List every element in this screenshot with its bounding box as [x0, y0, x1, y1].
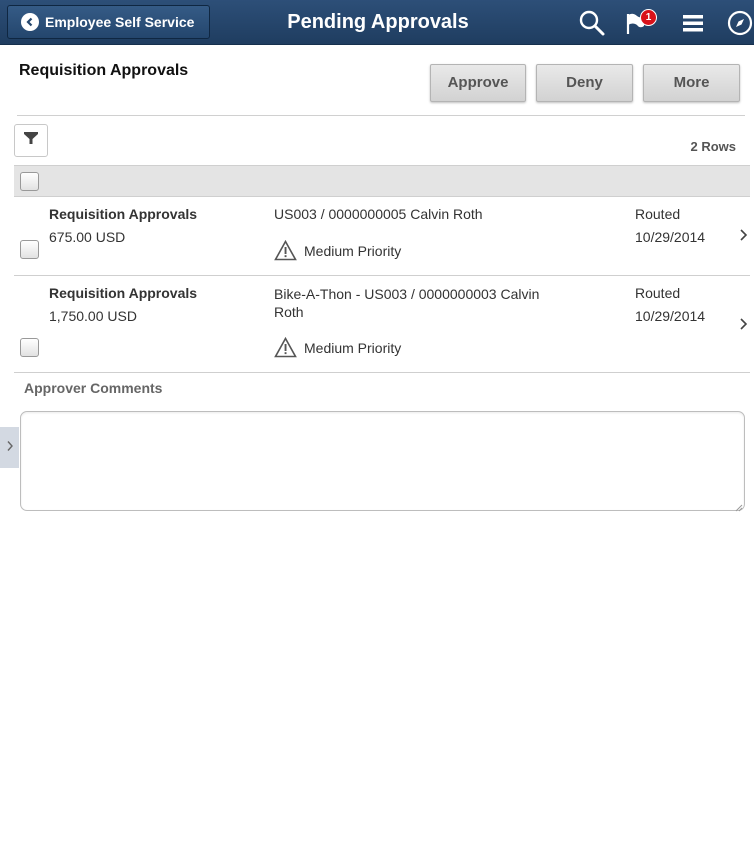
- row-title: Requisition Approvals: [49, 206, 198, 222]
- back-button[interactable]: Employee Self Service: [7, 5, 210, 39]
- table-row[interactable]: Requisition Approvals 1,750.00 USD Bike-…: [14, 276, 750, 373]
- row-amount: 1,750.00 USD: [49, 308, 137, 324]
- approver-comments-label: Approver Comments: [24, 380, 163, 396]
- row-priority: Medium Priority: [274, 240, 401, 261]
- grid-header: [14, 165, 750, 197]
- row-status: Routed: [635, 285, 681, 301]
- notification-badge: 1: [640, 9, 657, 26]
- row-date: 10/29/2014: [635, 308, 706, 324]
- menu-icon[interactable]: [678, 8, 708, 38]
- rows-count: 2 Rows: [690, 139, 736, 154]
- compass-icon[interactable]: [725, 8, 754, 38]
- search-icon[interactable]: [577, 8, 607, 38]
- row-description: US003 / 0000000005 Calvin Roth: [274, 206, 483, 222]
- row-checkbox[interactable]: [20, 240, 39, 259]
- resize-grip-icon[interactable]: [733, 499, 743, 517]
- filter-button[interactable]: [14, 124, 48, 157]
- row-priority: Medium Priority: [274, 337, 401, 358]
- row-description: Bike-A-Thon - US003 / 0000000003 Calvin …: [274, 286, 540, 320]
- approve-button[interactable]: Approve: [430, 64, 526, 102]
- approver-comments-textarea[interactable]: [20, 411, 745, 511]
- warning-icon: [274, 240, 297, 261]
- back-button-label: Employee Self Service: [45, 14, 195, 30]
- divider: [17, 115, 745, 116]
- row-status: Routed: [635, 206, 681, 222]
- chevron-left-icon: [21, 13, 39, 31]
- warning-icon: [274, 337, 297, 358]
- chevron-right-icon: [738, 317, 748, 336]
- row-checkbox[interactable]: [20, 338, 39, 357]
- more-button[interactable]: More: [643, 64, 740, 102]
- section-title: Requisition Approvals: [19, 62, 189, 79]
- row-title: Requisition Approvals: [49, 285, 198, 301]
- side-panel-toggle[interactable]: [0, 427, 19, 468]
- chevron-right-icon: [738, 228, 748, 247]
- select-all-checkbox[interactable]: [20, 172, 39, 191]
- table-row[interactable]: Requisition Approvals 675.00 USD US003 /…: [14, 197, 750, 276]
- header-bar: Employee Self Service Pending Approvals …: [0, 0, 754, 45]
- row-amount: 675.00 USD: [49, 229, 126, 245]
- page-title: Pending Approvals: [287, 11, 469, 33]
- chevron-right-icon: [6, 439, 14, 457]
- deny-button[interactable]: Deny: [536, 64, 633, 102]
- priority-label: Medium Priority: [304, 242, 402, 259]
- filter-icon: [23, 130, 39, 151]
- row-date: 10/29/2014: [635, 229, 706, 245]
- priority-label: Medium Priority: [304, 339, 402, 356]
